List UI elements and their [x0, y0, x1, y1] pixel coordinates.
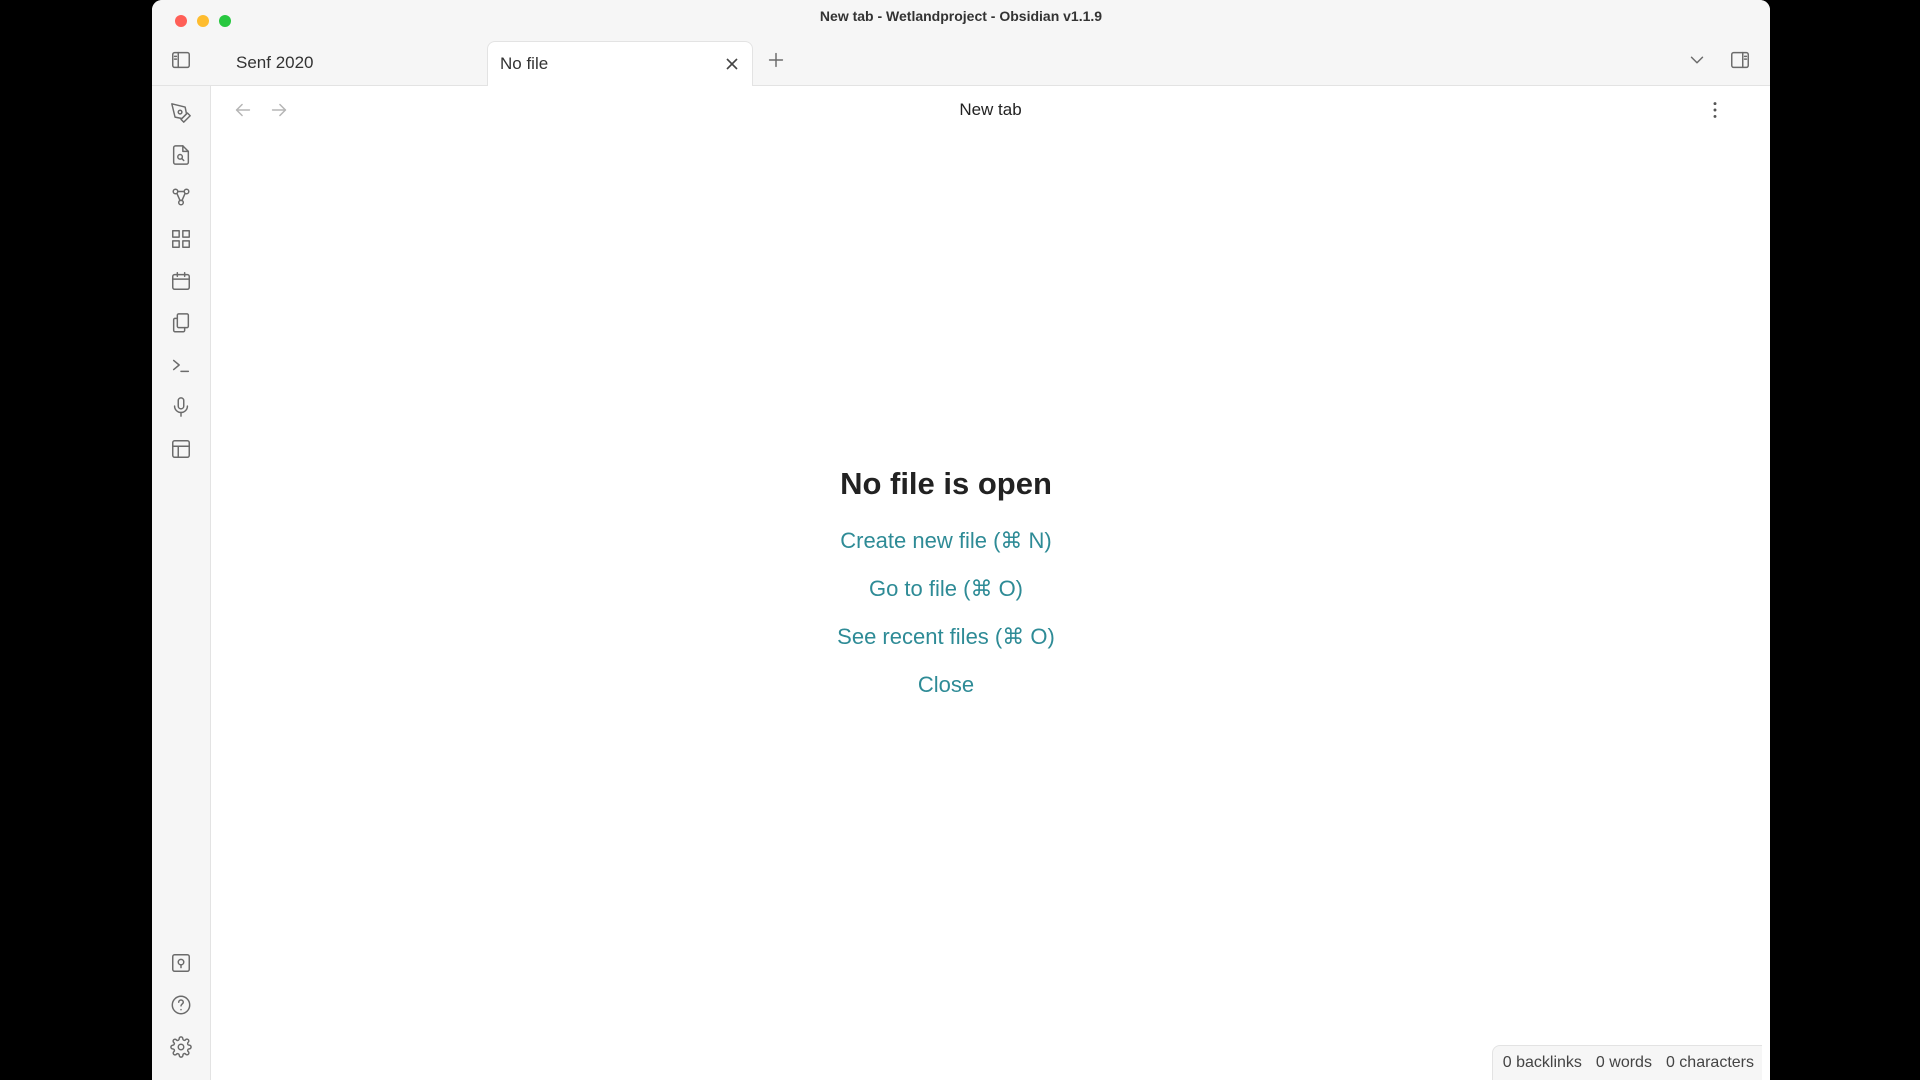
ribbon-copy-files-button[interactable] [167, 309, 195, 337]
grid-icon [172, 230, 190, 248]
see-recent-files-link[interactable]: See recent files (⌘ O) [837, 624, 1055, 650]
microphone-icon [173, 397, 189, 417]
ribbon-calendar-button[interactable] [167, 267, 195, 295]
close-tab-button[interactable] [722, 54, 742, 74]
plus-icon [768, 52, 784, 68]
more-options-button[interactable] [1701, 96, 1729, 124]
help-icon [171, 995, 191, 1015]
close-link[interactable]: Close [918, 672, 974, 698]
toggle-left-sidebar-button[interactable] [167, 46, 195, 74]
sidebar-left-icon [172, 51, 190, 69]
chevron-down-icon [1690, 56, 1704, 64]
graph-view-icon [172, 188, 190, 206]
ribbon-templates-button[interactable] [167, 435, 195, 463]
more-vertical-icon [1713, 102, 1717, 118]
title-bar: New tab - Wetlandproject - Obsidian v1.1… [152, 0, 1770, 40]
character-count: 0 characters [1665, 1054, 1754, 1071]
tab-no-file[interactable]: No file [487, 41, 753, 87]
ribbon-settings-button[interactable] [167, 1033, 195, 1061]
main-content: New tab No file is open Create new file … [211, 86, 1770, 1080]
tab-bar: Senf 2020 No file [152, 40, 1770, 87]
ribbon-file-search-button[interactable] [167, 141, 195, 169]
layout-template-icon [172, 440, 190, 458]
create-new-file-link[interactable]: Create new file (⌘ N) [840, 528, 1052, 554]
word-count: 0 words [1595, 1054, 1652, 1071]
view-header-title: New tab [959, 100, 1022, 119]
ribbon-vault-switch-button[interactable] [167, 949, 195, 977]
calendar-icon [172, 272, 190, 290]
window-title: New tab - Wetlandproject - Obsidian v1.1… [819, 8, 1103, 24]
terminal-icon [172, 359, 190, 373]
go-to-file-link[interactable]: Go to file (⌘ O) [869, 576, 1023, 602]
obsidian-window: New tab - Wetlandproject - Obsidian v1.1… [152, 0, 1770, 1080]
vault-switch-icon [172, 954, 190, 972]
empty-state: No file is open Create new file (⌘ N) Go… [211, 466, 1681, 720]
ribbon-command-palette-button[interactable] [167, 351, 195, 379]
tab-list-button[interactable] [1683, 46, 1711, 74]
ribbon-open-canvas-button[interactable] [167, 99, 195, 127]
tab-label: Senf 2020 [236, 53, 314, 72]
empty-state-title: No file is open [840, 466, 1052, 501]
backlinks-count[interactable]: 0 backlinks [1503, 1054, 1582, 1072]
ribbon-dashboard-button[interactable] [167, 225, 195, 253]
copy-files-icon [172, 313, 190, 333]
ribbon-audio-recorder-button[interactable] [167, 393, 195, 421]
toggle-right-sidebar-button[interactable] [1726, 46, 1754, 74]
left-ribbon [152, 86, 211, 1080]
pen-tool-icon [171, 103, 191, 123]
close-icon [726, 58, 738, 70]
ribbon-help-button[interactable] [167, 991, 195, 1019]
file-search-icon [172, 145, 190, 165]
ribbon-graph-view-button[interactable] [167, 183, 195, 211]
status-bar: 0 backlinks 0 words 0 characters [1491, 1045, 1762, 1080]
tab-label: No file [500, 54, 549, 73]
sidebar-right-icon [1731, 51, 1749, 69]
settings-icon [170, 1036, 192, 1058]
new-tab-button[interactable] [762, 46, 790, 74]
